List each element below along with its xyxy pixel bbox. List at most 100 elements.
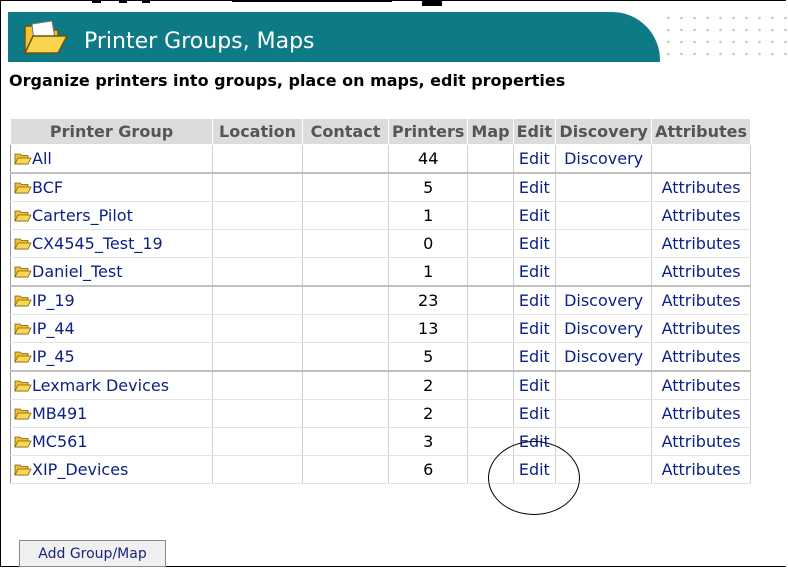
group-link[interactable]: All — [32, 149, 52, 168]
folder-icon — [14, 150, 32, 165]
cell-attributes: Attributes — [651, 201, 752, 230]
cell-attributes: Attributes — [651, 342, 752, 372]
attributes-link[interactable]: Attributes — [662, 376, 741, 395]
cell-contact — [302, 314, 389, 343]
cell-attributes — [651, 144, 752, 174]
cell-map — [467, 286, 514, 315]
cell-map — [467, 173, 514, 202]
cell-discovery — [555, 371, 653, 400]
edit-link[interactable]: Edit — [519, 432, 550, 451]
cell-printers-count: 0 — [388, 229, 469, 258]
cell-contact — [302, 455, 389, 484]
cell-location — [212, 229, 303, 258]
table-row: Daniel_Test 1 Edit Attributes — [10, 257, 752, 287]
cell-edit: Edit — [513, 229, 557, 258]
cell-discovery — [555, 257, 653, 287]
page-subtitle: Organize printers into groups, place on … — [9, 71, 566, 90]
group-link[interactable]: Lexmark Devices — [32, 376, 169, 395]
cell-attributes: Attributes — [651, 314, 752, 343]
column-header-printers[interactable]: Printers — [387, 118, 469, 145]
cell-attributes: Attributes — [651, 399, 752, 428]
group-link[interactable]: MC561 — [32, 432, 88, 451]
group-link[interactable]: IP_44 — [32, 319, 75, 338]
folder-icon — [14, 179, 32, 194]
cell-map — [467, 201, 514, 230]
edit-link[interactable]: Edit — [519, 234, 550, 253]
edit-link[interactable]: Edit — [519, 178, 550, 197]
edit-link[interactable]: Edit — [519, 206, 550, 225]
group-link[interactable]: CX4545_Test_19 — [32, 234, 163, 253]
cell-discovery: Discovery — [555, 286, 653, 315]
cell-printer-group: CX4545_Test_19 — [10, 229, 213, 258]
folder-icon — [14, 377, 32, 392]
attributes-link[interactable]: Attributes — [662, 404, 741, 423]
attributes-link[interactable]: Attributes — [662, 206, 741, 225]
cell-contact — [302, 173, 389, 202]
cell-edit: Edit — [513, 427, 557, 456]
attributes-link[interactable]: Attributes — [662, 234, 741, 253]
attributes-link[interactable]: Attributes — [662, 178, 741, 197]
discovery-link[interactable]: Discovery — [564, 291, 643, 310]
table-row: All 44 Edit Discovery — [10, 144, 752, 174]
edit-link[interactable]: Edit — [519, 376, 550, 395]
cell-attributes: Attributes — [651, 229, 752, 258]
cell-map — [467, 371, 514, 400]
group-link[interactable]: MB491 — [32, 404, 87, 423]
column-header-location[interactable]: Location — [212, 118, 303, 145]
edit-link[interactable]: Edit — [519, 460, 550, 479]
edit-link[interactable]: Edit — [519, 291, 550, 310]
column-header-attributes: Attributes — [651, 118, 752, 145]
column-header-edit: Edit — [512, 118, 557, 145]
cell-printer-group: MB491 — [10, 399, 213, 428]
cell-discovery: Discovery — [555, 144, 653, 174]
edit-link[interactable]: Edit — [519, 347, 550, 366]
column-header-contact[interactable]: Contact — [302, 118, 389, 145]
cell-location — [212, 144, 303, 174]
group-link[interactable]: BCF — [32, 178, 63, 197]
edit-link[interactable]: Edit — [519, 149, 550, 168]
edit-link[interactable]: Edit — [519, 404, 550, 423]
group-link[interactable]: Carters_Pilot — [32, 206, 133, 225]
cell-printers-count: 2 — [388, 371, 469, 400]
table-row: MC561 3 Edit Attributes — [10, 427, 752, 456]
cell-contact — [302, 342, 389, 372]
attributes-link[interactable]: Attributes — [662, 347, 741, 366]
attributes-link[interactable]: Attributes — [662, 319, 741, 338]
column-header-map[interactable]: Map — [467, 118, 514, 145]
cell-discovery — [555, 399, 653, 428]
cell-location — [212, 314, 303, 343]
attributes-link[interactable]: Attributes — [662, 432, 741, 451]
open-folder-icon — [23, 20, 69, 54]
cell-contact — [302, 229, 389, 258]
discovery-link[interactable]: Discovery — [564, 319, 643, 338]
cell-attributes: Attributes — [651, 173, 752, 202]
column-header-printer-group[interactable]: Printer Group — [10, 118, 213, 145]
add-group-map-button[interactable]: Add Group/Map — [19, 540, 166, 567]
edit-link[interactable]: Edit — [519, 319, 550, 338]
cell-printers-count: 5 — [388, 173, 469, 202]
group-link[interactable]: IP_45 — [32, 347, 75, 366]
group-link[interactable]: Daniel_Test — [32, 262, 123, 281]
group-link[interactable]: XIP_Devices — [32, 460, 128, 479]
cell-map — [467, 314, 514, 343]
cell-location — [212, 257, 303, 287]
cell-contact — [302, 144, 389, 174]
discovery-link[interactable]: Discovery — [564, 149, 643, 168]
attributes-link[interactable]: Attributes — [662, 291, 741, 310]
attributes-link[interactable]: Attributes — [662, 262, 741, 281]
cell-discovery — [555, 201, 653, 230]
edit-link[interactable]: Edit — [519, 262, 550, 281]
folder-icon — [14, 263, 32, 278]
cell-edit: Edit — [513, 399, 557, 428]
group-link[interactable]: IP_19 — [32, 291, 75, 310]
discovery-link[interactable]: Discovery — [564, 347, 643, 366]
cell-location — [212, 427, 303, 456]
cell-map — [467, 455, 514, 484]
printer-groups-table: Printer Group Location Contact Printers … — [10, 118, 752, 484]
cell-location — [212, 201, 303, 230]
cell-printers-count: 5 — [388, 342, 469, 372]
table-row: Carters_Pilot 1 Edit Attributes — [10, 201, 752, 230]
cropped-text-fragment — [92, 0, 442, 6]
attributes-link[interactable]: Attributes — [662, 460, 741, 479]
cell-edit: Edit — [513, 342, 557, 372]
